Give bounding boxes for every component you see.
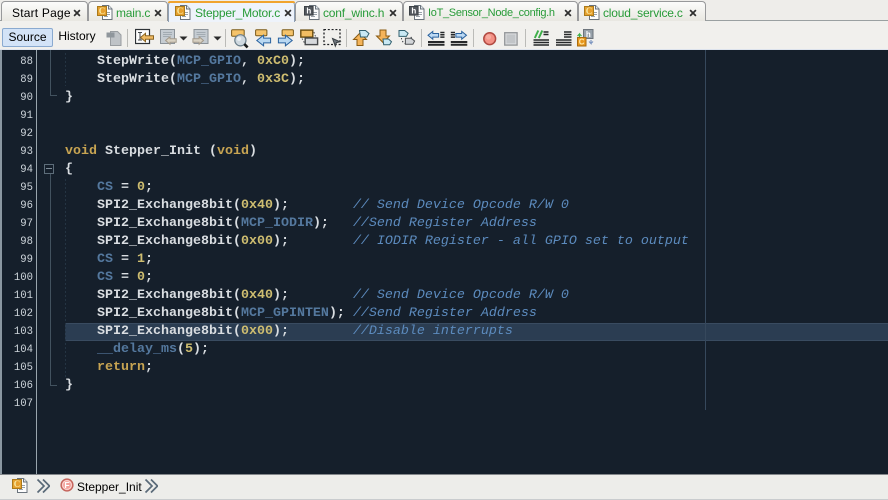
svg-text:C: C: [177, 6, 184, 16]
svg-text:C: C: [586, 6, 593, 16]
svg-text:h: h: [306, 7, 311, 16]
svg-text:C: C: [14, 479, 21, 489]
svg-text:C: C: [579, 37, 585, 46]
svg-text:h: h: [411, 7, 416, 16]
svg-text:F: F: [64, 480, 69, 490]
svg-text:C: C: [99, 6, 106, 16]
svg-text:h: h: [586, 30, 591, 39]
